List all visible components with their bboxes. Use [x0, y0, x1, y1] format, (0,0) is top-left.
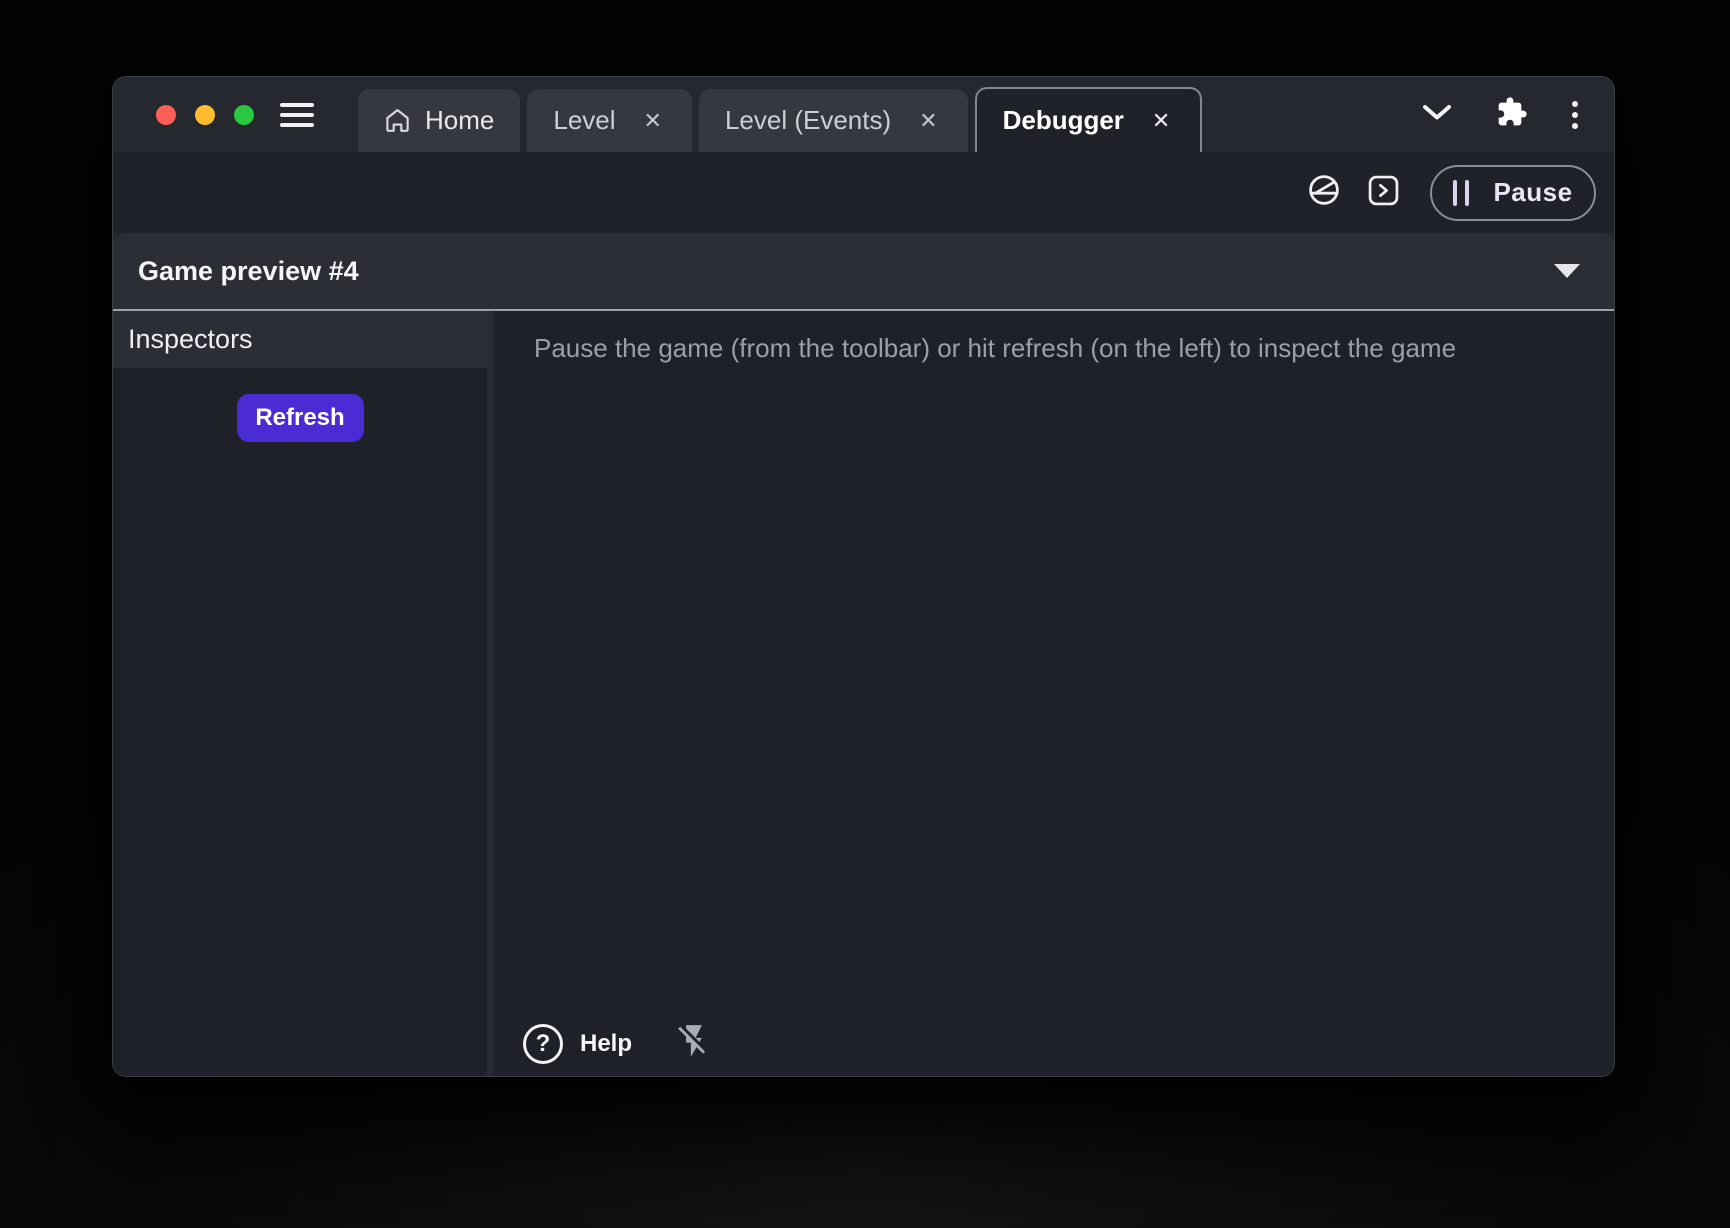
flash-off-icon [675, 1019, 713, 1068]
pause-button-label: Pause [1493, 177, 1572, 208]
profiler-button[interactable] [1307, 173, 1341, 212]
game-preview-selector[interactable]: Game preview #4 [113, 233, 1614, 311]
tab-debugger[interactable]: Debugger ✕ [975, 87, 1203, 152]
console-icon [1368, 175, 1399, 211]
debugger-content: Inspectors Refresh Pause the game (from … [113, 311, 1614, 1076]
hamburger-icon [280, 123, 314, 127]
gauge-icon [1307, 173, 1341, 212]
debugger-toolbar: Pause [113, 152, 1614, 233]
close-window-button[interactable] [156, 105, 176, 125]
tab-label: Debugger [1003, 105, 1124, 136]
close-tab-icon[interactable]: ✕ [915, 108, 941, 134]
inspectors-sidebar: Inspectors Refresh [113, 311, 487, 1076]
home-icon [384, 107, 411, 134]
tab-level-events[interactable]: Level (Events) ✕ [699, 89, 968, 152]
show-tabs-list-button[interactable] [1422, 104, 1452, 126]
tab-label: Level (Events) [725, 105, 891, 136]
inspector-main-panel: Pause the game (from the toolbar) or hit… [493, 311, 1614, 1076]
debugger-hint-text: Pause the game (from the toolbar) or hit… [493, 311, 1614, 364]
tab-home[interactable]: Home [358, 89, 520, 152]
more-options-button[interactable] [1572, 101, 1578, 129]
caret-down-icon [1554, 264, 1580, 278]
flash-off-button[interactable] [675, 1019, 713, 1068]
titlebar: Home Level ✕ Level (Events) ✕ Debugger ✕ [113, 77, 1614, 152]
desktop-background: Home Level ✕ Level (Events) ✕ Debugger ✕ [0, 0, 1730, 1228]
minimize-window-button[interactable] [195, 105, 215, 125]
tab-level[interactable]: Level ✕ [527, 89, 692, 152]
pause-icon [1453, 180, 1469, 206]
extensions-button[interactable] [1496, 96, 1528, 133]
zoom-window-button[interactable] [234, 105, 254, 125]
game-preview-title: Game preview #4 [138, 256, 359, 287]
inspectors-header: Inspectors [113, 311, 487, 368]
hamburger-icon [280, 103, 314, 107]
help-button-label: Help [580, 1030, 632, 1058]
close-tab-icon[interactable]: ✕ [1148, 108, 1174, 134]
tab-label: Level [553, 105, 615, 136]
kebab-menu-icon [1572, 101, 1578, 129]
close-tab-icon[interactable]: ✕ [640, 108, 666, 134]
hamburger-icon [280, 113, 314, 117]
titlebar-actions [1422, 96, 1614, 133]
debugger-footer: ? Help [493, 1019, 713, 1076]
help-circle-icon: ? [523, 1024, 563, 1064]
help-button[interactable]: ? Help [523, 1024, 632, 1064]
chevron-down-icon [1422, 104, 1452, 126]
refresh-button[interactable]: Refresh [237, 394, 364, 442]
refresh-button-container: Refresh [113, 368, 487, 442]
main-menu-button[interactable] [280, 101, 314, 129]
puzzle-icon [1496, 96, 1528, 133]
tab-bar: Home Level ✕ Level (Events) ✕ Debugger ✕ [358, 77, 1202, 152]
pause-button[interactable]: Pause [1430, 165, 1596, 221]
tab-label: Home [425, 105, 494, 136]
console-button[interactable] [1368, 175, 1399, 211]
traffic-lights [113, 105, 254, 125]
debugger-window: Home Level ✕ Level (Events) ✕ Debugger ✕ [112, 76, 1615, 1077]
